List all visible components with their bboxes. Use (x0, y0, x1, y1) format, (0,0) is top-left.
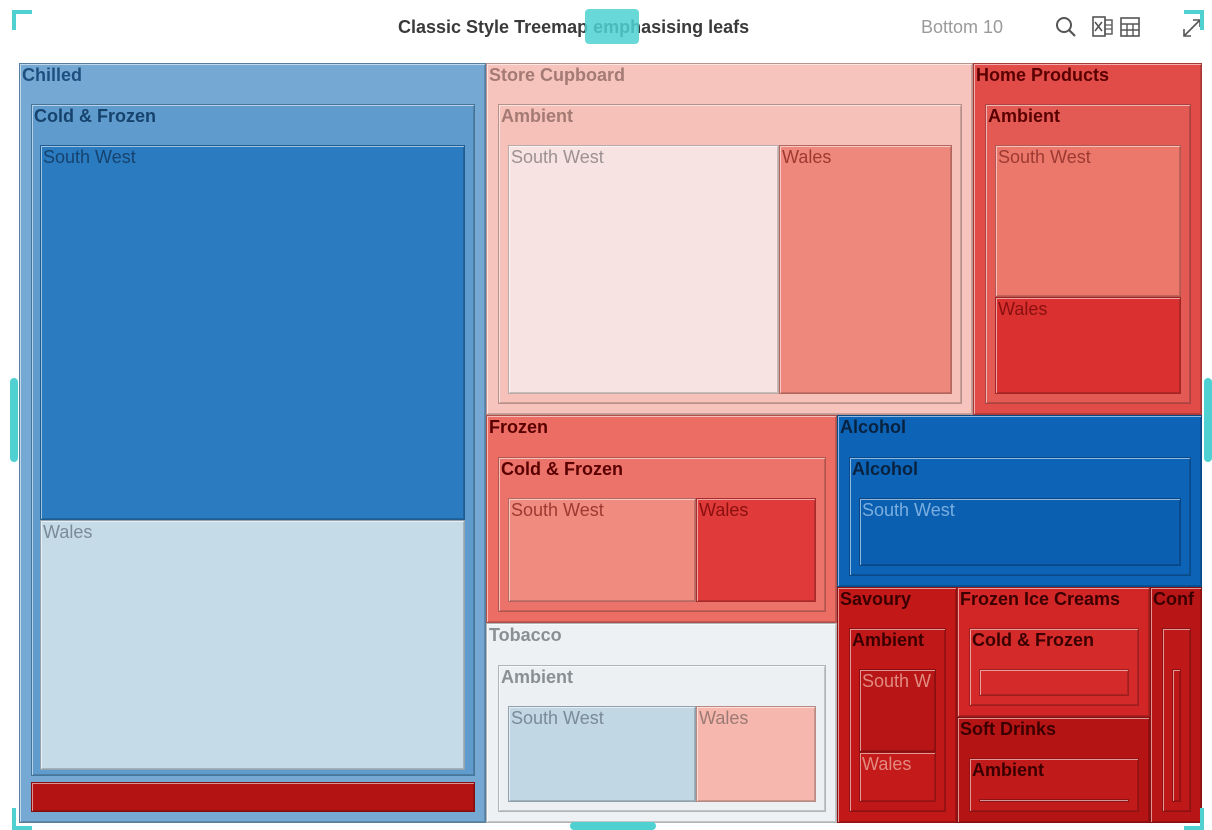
treemap-chart: Chilled Cold & Frozen South West Wales Store… (0, 0, 1212, 830)
treemap-leaf-south-west[interactable] (508, 145, 779, 394)
table-view-icon[interactable] (1118, 14, 1142, 40)
treemap-segment-ambient[interactable] (969, 758, 1139, 812)
treemap-leaf-wales[interactable] (696, 706, 816, 802)
treemap-panel: Chilled Cold & Frozen South West Wales Store… (0, 0, 1212, 830)
resize-handle-right[interactable] (1204, 378, 1212, 462)
corner-handle-bottom-right[interactable] (1182, 808, 1204, 830)
treemap-leaf-wales[interactable] (995, 297, 1181, 394)
treemap-leaf-south-west[interactable] (508, 706, 696, 802)
treemap-leaf-unnamed[interactable] (979, 799, 1129, 802)
treemap-leaf-unnamed[interactable] (1172, 669, 1181, 802)
treemap-leaf-south-west[interactable] (995, 145, 1181, 297)
treemap-leaf-south-west[interactable] (40, 145, 465, 520)
filter-label[interactable]: Bottom 10 (921, 17, 1003, 38)
treemap-leaf-wales[interactable] (859, 752, 936, 802)
treemap-leaf-south-west[interactable] (508, 498, 696, 602)
corner-handle-top-left[interactable] (12, 10, 34, 32)
corner-handle-top-right[interactable] (1182, 10, 1204, 32)
treemap-leaf-south-w[interactable] (859, 669, 936, 752)
corner-handle-bottom-left[interactable] (12, 808, 34, 830)
treemap-leaf-unnamed[interactable] (979, 669, 1129, 696)
treemap-leaf-wales[interactable] (40, 520, 465, 770)
resize-handle-bottom[interactable] (570, 822, 656, 830)
treemap-leaf-south-west[interactable] (859, 498, 1181, 566)
resize-handle-left[interactable] (10, 378, 18, 462)
move-handle-top[interactable] (585, 9, 639, 44)
treemap-leaf-wales[interactable] (696, 498, 816, 602)
search-icon[interactable] (1054, 14, 1078, 40)
treemap-segment-unnamed[interactable] (31, 782, 475, 812)
treemap-leaf-wales[interactable] (779, 145, 952, 394)
excel-export-icon[interactable] (1090, 14, 1114, 40)
